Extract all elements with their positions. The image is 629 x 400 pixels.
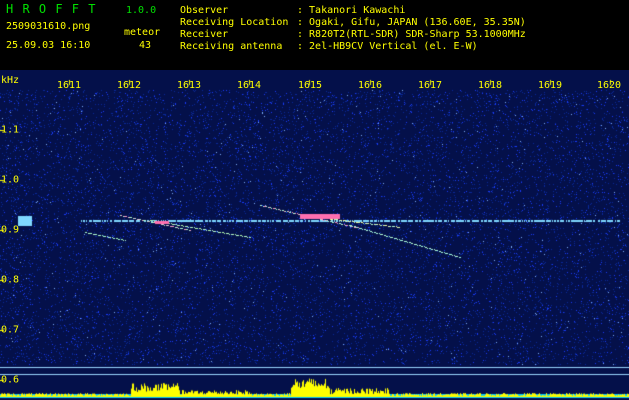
- info-value-receiver: : R820T2(RTL-SDR) SDR-Sharp 53.1000MHz: [297, 29, 526, 40]
- x-tick: 1611: [56, 80, 82, 91]
- info-value-location: : Ogaki, Gifu, JAPAN (136.60E, 35.35N): [297, 17, 526, 28]
- meteor-label: meteor: [124, 27, 161, 38]
- x-tick: 1612: [116, 80, 142, 91]
- file-name: 2509031610.png: [6, 21, 91, 32]
- x-tick: 1615: [297, 80, 323, 91]
- info-label-observer: Observer: [180, 5, 229, 16]
- app-version: 1.0.0: [126, 5, 157, 16]
- x-tick: 1619: [537, 80, 563, 91]
- info-value-observer: : Takanori Kawachi: [297, 5, 406, 16]
- y-tick: 1.0: [1, 174, 20, 186]
- unit-label: kHz: [1, 75, 20, 86]
- info-label-receiver: Receiver: [180, 29, 229, 40]
- app-title: H R O F F T: [6, 2, 97, 16]
- header-panel: H R O F F T 1.0.0 2509031610.png 25.09.0…: [0, 0, 629, 70]
- x-tick: 1617: [417, 80, 443, 91]
- info-label-antenna: Receiving antenna: [180, 41, 283, 52]
- y-tick: 0.6: [1, 374, 20, 386]
- y-tick: 1.1: [1, 124, 20, 136]
- x-tick: 1620: [596, 80, 622, 91]
- date-time: 25.09.03 16:10: [6, 40, 91, 51]
- x-tick: 1613: [176, 80, 202, 91]
- y-tick: 0.9: [1, 224, 20, 236]
- x-tick: 1616: [357, 80, 383, 91]
- meteor-count: 43: [139, 40, 152, 51]
- y-tick: 0.8: [1, 274, 20, 286]
- y-tick: 0.7: [1, 324, 20, 336]
- x-tick: 1618: [477, 80, 503, 91]
- info-value-antenna: : 2el-HB9CV Vertical (el. E-W): [297, 41, 478, 52]
- x-tick: 1614: [236, 80, 262, 91]
- spectrogram-canvas: [0, 70, 629, 400]
- info-label-location: Receiving Location: [180, 17, 289, 28]
